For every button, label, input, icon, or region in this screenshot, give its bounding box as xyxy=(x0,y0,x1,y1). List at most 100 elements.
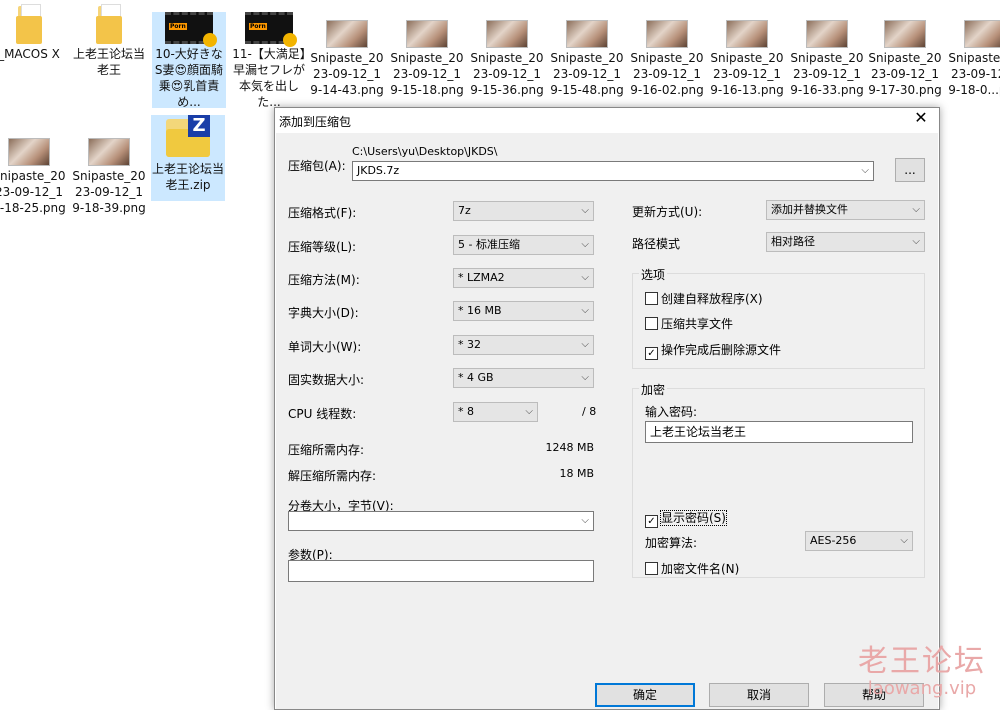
chevron-down-icon: ⌵ xyxy=(581,272,589,283)
delete-after-checkbox[interactable]: ✓ 操作完成后删除源文件 xyxy=(645,341,781,360)
path-mode-select[interactable]: 相对路径 ⌵ xyxy=(766,232,925,252)
encryption-group: 加密 输入密码: 上老王论坛当老王 ✓ 显示密码(S) 加密算法: AES-256… xyxy=(632,381,925,578)
method-select[interactable]: * LZMA2 ⌵ xyxy=(453,268,594,288)
desktop-item-label: 上老王论坛当老王 xyxy=(72,47,145,77)
image-thumbnail-icon xyxy=(964,20,1000,48)
image-thumbnail-icon xyxy=(884,20,926,48)
update-mode-select[interactable]: 添加并替换文件 ⌵ xyxy=(766,200,925,220)
method-label: 压缩方法(M): xyxy=(288,273,360,287)
chevron-down-icon: ⌵ xyxy=(861,165,869,176)
browse-button[interactable]: ... xyxy=(895,158,925,182)
desktop-item-png[interactable]: Snipaste_2023-09-12_19-15-18.png xyxy=(390,20,464,108)
add-to-archive-dialog: 添加到压缩包 ✕ 压缩包(A): C:\Users\yu\Desktop\JKD… xyxy=(274,107,940,710)
checkbox-box xyxy=(645,562,658,575)
cpu-threads-value: * 8 xyxy=(458,405,474,418)
desktop-item-video-10[interactable]: Porn 10-大好きなS妻😍顔面騎乗😍乳首責め... xyxy=(152,12,226,108)
format-value: 7z xyxy=(458,204,471,217)
video-file-icon: Porn xyxy=(165,12,217,47)
update-mode-value: 添加并替换文件 xyxy=(771,203,848,216)
desktop-item-png[interactable]: Snipaste_2023-09-12_19-16-02.png xyxy=(630,20,704,108)
compress-shared-checkbox[interactable]: 压缩共享文件 xyxy=(645,315,733,332)
chevron-down-icon: ⌵ xyxy=(912,204,920,215)
memory-decompress-value: 18 MB xyxy=(559,467,594,480)
word-size-label: 单词大小(W): xyxy=(288,340,362,354)
image-thumbnail-icon xyxy=(566,20,608,48)
encryption-method-select[interactable]: AES-256 ⌵ xyxy=(805,531,913,551)
dictionary-label: 字典大小(D): xyxy=(288,306,359,320)
path-mode-value: 相对路径 xyxy=(771,235,815,248)
dialog-title: 添加到压缩包 xyxy=(279,115,352,129)
delete-after-label: 操作完成后删除源文件 xyxy=(661,343,782,357)
desktop-item-macosx[interactable]: _MACOS X xyxy=(0,4,66,62)
encryption-method-value: AES-256 xyxy=(810,534,857,547)
password-label: 输入密码: xyxy=(645,405,698,419)
desktop-item-label: 10-大好きなS妻😍顔面騎乗😍乳首責め... xyxy=(154,47,224,108)
image-thumbnail-icon xyxy=(406,20,448,48)
close-icon[interactable]: ✕ xyxy=(909,108,933,127)
options-group: 选项 创建自释放程序(X) 压缩共享文件 ✓ 操作完成后删除源文件 xyxy=(632,266,925,369)
show-password-checkbox[interactable]: ✓ 显示密码(S) xyxy=(645,509,727,528)
folder-icon xyxy=(12,4,46,44)
encrypt-names-checkbox[interactable]: 加密文件名(N) xyxy=(645,560,739,577)
desktop-item-png[interactable]: Snipaste_2023-09-12_19-18-25.png xyxy=(0,138,66,216)
chevron-down-icon: ⌵ xyxy=(581,372,589,383)
chevron-down-icon: ⌵ xyxy=(525,406,533,417)
desktop-item-png[interactable]: Snipaste_2023-09-12_19-14-43.png xyxy=(310,20,384,108)
password-input[interactable]: 上老王论坛当老王 xyxy=(645,421,913,443)
desktop-item-folder-laowang[interactable]: 上老王论坛当老王 xyxy=(72,4,146,78)
archive-name-value: JKDS.7z xyxy=(357,164,400,177)
memory-decompress-label: 解压缩所需内存: xyxy=(288,469,377,483)
desktop-item-label: Snipaste_2023-09-12_19-17-30.png xyxy=(868,51,942,97)
watermark: 老王论坛 laowang.vip xyxy=(858,636,986,699)
desktop-item-png[interactable]: Snipaste_2023-09-12_19-18-0...png xyxy=(948,20,1000,112)
desktop-item-png[interactable]: Snipaste_2023-09-12_19-15-48.png xyxy=(550,20,624,108)
solid-block-select[interactable]: * 4 GB ⌵ xyxy=(453,368,594,388)
parameters-input[interactable] xyxy=(288,560,594,582)
desktop-item-zip[interactable]: Z 上老王论坛当老王.zip xyxy=(151,115,225,201)
image-thumbnail-icon xyxy=(646,20,688,48)
chevron-down-icon: ⌵ xyxy=(581,239,589,250)
word-size-value: * 32 xyxy=(458,338,481,351)
dictionary-value: * 16 MB xyxy=(458,304,502,317)
cpu-threads-select[interactable]: * 8 ⌵ xyxy=(453,402,538,422)
checkbox-box xyxy=(645,292,658,305)
desktop-item-png[interactable]: Snipaste_2023-09-12_19-16-33.png xyxy=(790,20,864,108)
level-select[interactable]: 5 - 标准压缩 ⌵ xyxy=(453,235,594,255)
desktop-item-label: Snipaste_2023-09-12_19-16-13.png xyxy=(710,51,784,97)
desktop-item-png[interactable]: Snipaste_2023-09-12_19-15-36.png xyxy=(470,20,544,108)
desktop-item-png[interactable]: Snipaste_2023-09-12_19-16-13.png xyxy=(710,20,784,108)
dictionary-select[interactable]: * 16 MB ⌵ xyxy=(453,301,594,321)
level-value: 5 - 标准压缩 xyxy=(458,238,520,251)
image-thumbnail-icon xyxy=(88,138,130,166)
split-volume-combo[interactable]: ⌵ xyxy=(288,511,594,531)
format-select[interactable]: 7z ⌵ xyxy=(453,201,594,221)
solid-block-label: 固实数据大小: xyxy=(288,373,365,387)
word-size-select[interactable]: * 32 ⌵ xyxy=(453,335,594,355)
desktop-item-label: Snipaste_2023-09-12_19-16-02.png xyxy=(630,51,704,97)
desktop-item-video-11[interactable]: Porn 11-【大満足】早漏セフレが本気を出した... xyxy=(232,12,306,108)
desktop-item-label: Snipaste_2023-09-12_19-18-39.png xyxy=(72,169,146,215)
encryption-group-title: 加密 xyxy=(639,381,668,398)
desktop-item-label: 上老王论坛当老王.zip xyxy=(151,162,224,192)
chevron-down-icon: ⌵ xyxy=(581,305,589,316)
cancel-button[interactable]: 取消 xyxy=(709,683,809,707)
image-thumbnail-icon xyxy=(726,20,768,48)
sfx-checkbox[interactable]: 创建自释放程序(X) xyxy=(645,290,763,307)
desktop-item-label: Snipaste_2023-09-12_19-18-0...png xyxy=(948,51,1000,97)
cpu-threads-total: / 8 xyxy=(582,405,597,418)
compress-shared-label: 压缩共享文件 xyxy=(661,317,734,331)
desktop-item-label: _MACOS X xyxy=(0,47,60,61)
ok-button[interactable]: 确定 xyxy=(595,683,695,707)
options-group-title: 选项 xyxy=(639,266,668,283)
desktop-item-label: Snipaste_2023-09-12_19-15-48.png xyxy=(550,51,624,97)
archive-name-combo[interactable]: JKDS.7z ⌵ xyxy=(352,161,874,181)
desktop-item-label: 11-【大満足】早漏セフレが本気を出した... xyxy=(232,47,306,108)
desktop-item-label: Snipaste_2023-09-12_19-15-18.png xyxy=(390,51,464,97)
archive-label: 压缩包(A): xyxy=(288,159,346,173)
desktop-item-label: Snipaste_2023-09-12_19-15-36.png xyxy=(470,51,544,97)
desktop-item-png[interactable]: Snipaste_2023-09-12_19-18-39.png xyxy=(72,138,146,216)
dialog-titlebar[interactable]: 添加到压缩包 ✕ xyxy=(275,108,939,132)
desktop-item-png[interactable]: Snipaste_2023-09-12_19-17-30.png xyxy=(868,20,942,108)
dialog-body: 压缩包(A): C:\Users\yu\Desktop\JKDS\ JKDS.7… xyxy=(276,133,938,709)
path-mode-label: 路径模式 xyxy=(632,237,681,251)
